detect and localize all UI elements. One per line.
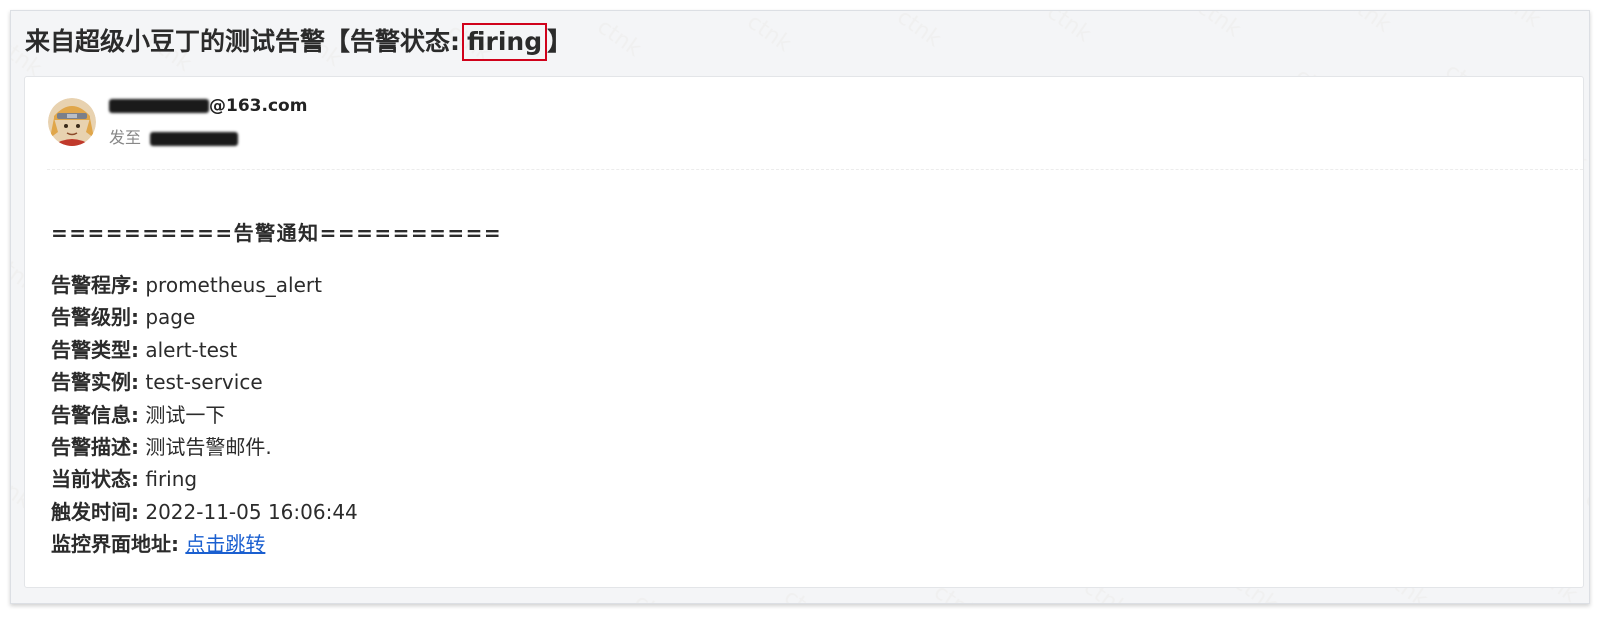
field-label: 当前状态: <box>51 467 139 492</box>
field-value: alert-test <box>145 337 238 362</box>
field-value: 2022-11-05 16:06:44 <box>145 499 358 524</box>
field-label: 监控界面地址: <box>51 532 179 557</box>
field-current-status: 当前状态: firing <box>51 463 502 495</box>
field-alert-type: 告警类型: alert-test <box>51 334 502 366</box>
field-alert-program: 告警程序: prometheus_alert <box>51 269 502 301</box>
field-value: page <box>145 305 196 330</box>
field-label: 告警信息: <box>51 402 139 427</box>
sender-email-domain: @163.com <box>209 96 308 116</box>
monitor-jump-link[interactable]: 点击跳转 <box>185 532 265 556</box>
field-value: test-service <box>145 370 263 395</box>
sender-address[interactable]: @163.com <box>109 96 307 116</box>
recipient-to-label: 发至 <box>109 128 142 147</box>
field-alert-info: 告警信息: 测试一下 <box>51 399 502 431</box>
field-label: 告警实例: <box>51 370 139 395</box>
subject-status-highlight: firing <box>462 23 548 61</box>
field-label: 告警级别: <box>51 305 139 330</box>
email-subject: 来自超级小豆丁的测试告警【告警状态: firing】 <box>25 21 572 63</box>
field-alert-description: 告警描述: 测试告警邮件. <box>51 431 502 463</box>
redacted-email-local-part <box>109 99 209 113</box>
field-value: firing <box>145 467 198 492</box>
sender-avatar[interactable] <box>48 98 96 146</box>
subject-suffix: 】 <box>547 27 573 56</box>
recipient-line: 发至 <box>109 124 239 148</box>
email-card: @163.com 发至 ==========告警通知========== 告警程… <box>24 76 1584 588</box>
field-alert-instance: 告警实例: test-service <box>51 366 502 398</box>
field-monitor-url: 监控界面地址: 点击跳转 <box>51 528 502 560</box>
redacted-recipient <box>150 131 239 146</box>
field-label: 告警类型: <box>51 337 139 362</box>
email-window: ctnk 来自超级小豆丁的测试告警【告警状态:firing】 @163.co <box>10 10 1590 604</box>
field-label: 告警描述: <box>51 434 139 459</box>
field-value: 测试告警邮件. <box>145 434 272 459</box>
header-divider <box>47 169 1583 170</box>
email-body: ==========告警通知========== 告警程序: prometheu… <box>51 217 502 561</box>
notice-heading: ==========告警通知========== <box>51 221 503 245</box>
field-label: 告警程序: <box>51 273 139 297</box>
field-trigger-time: 触发时间: 2022-11-05 16:06:44 <box>51 496 502 528</box>
subject-prefix: 来自超级小豆丁的测试告警【告警状态: <box>25 27 460 56</box>
field-label: 触发时间: <box>51 499 139 524</box>
field-value: 测试一下 <box>145 402 226 427</box>
field-alert-level: 告警级别: page <box>51 301 502 333</box>
field-value: prometheus_alert <box>145 273 322 297</box>
